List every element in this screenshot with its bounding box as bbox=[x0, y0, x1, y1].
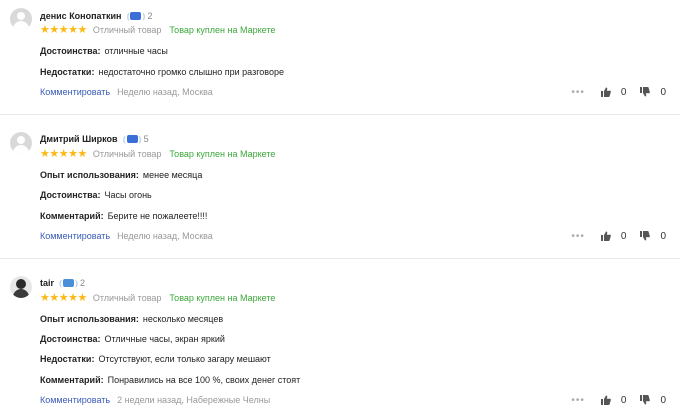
field-label: Достоинства: bbox=[40, 46, 101, 56]
more-dots-icon[interactable]: ••• bbox=[571, 231, 585, 242]
rating-stars: ★★★★★ bbox=[40, 291, 87, 304]
field-label: Недостатки: bbox=[40, 67, 95, 77]
rating-stars: ★★★★★ bbox=[40, 23, 87, 36]
like-count: 0 bbox=[620, 230, 627, 242]
field-label: Комментарий: bbox=[40, 375, 104, 385]
review-field: Достоинства: отличные часы bbox=[40, 45, 168, 57]
thumb-up-icon bbox=[600, 231, 611, 241]
dislike-button[interactable]: 0 bbox=[640, 231, 666, 242]
comment-link[interactable]: Комментировать bbox=[40, 87, 110, 97]
dislike-button[interactable]: 0 bbox=[640, 87, 666, 98]
review-field: Комментарий: Понравились на все 100 %, с… bbox=[40, 374, 300, 386]
review-meta: Неделю назад, Москва bbox=[117, 231, 213, 241]
avatar[interactable] bbox=[10, 132, 32, 154]
thumb-up-icon bbox=[600, 395, 611, 405]
field-label: Опыт использования: bbox=[40, 314, 139, 324]
rating-stars: ★★★★★ bbox=[40, 147, 87, 160]
rating-text: Отличный товар bbox=[92, 149, 162, 159]
comment-link[interactable]: Комментировать bbox=[40, 395, 110, 405]
user-silhouette-icon bbox=[17, 136, 25, 144]
more-dots-icon[interactable]: ••• bbox=[571, 87, 585, 98]
dislike-button[interactable]: 0 bbox=[640, 395, 666, 406]
badge-count: 5 bbox=[143, 134, 149, 144]
field-value: отличные часы bbox=[104, 46, 168, 56]
medal-badge-icon[interactable]: ⦅ ⦆ 2 bbox=[59, 277, 85, 289]
divider bbox=[0, 114, 680, 115]
author-name[interactable]: денис Конопаткин bbox=[40, 11, 121, 21]
avatar[interactable] bbox=[10, 8, 32, 30]
dislike-count: 0 bbox=[660, 86, 666, 98]
dislike-count: 0 bbox=[660, 394, 666, 406]
review-field: Достоинства: Отличные часы, экран яркий bbox=[40, 333, 225, 345]
thumb-up-icon bbox=[600, 87, 611, 97]
rating-text: Отличный товар bbox=[92, 293, 162, 303]
bought-badge: Товар куплен на Маркете bbox=[169, 25, 276, 35]
field-label: Достоинства: bbox=[40, 190, 101, 200]
badge-count: 2 bbox=[147, 11, 153, 21]
rating-text: Отличный товар bbox=[92, 25, 162, 35]
bought-badge: Товар куплен на Маркете bbox=[169, 149, 276, 159]
medal-badge-icon[interactable]: ⦅ ⦆ 2 bbox=[126, 10, 152, 22]
like-button[interactable]: 0 bbox=[600, 230, 627, 242]
thumb-down-icon bbox=[640, 87, 651, 97]
like-button[interactable]: 0 bbox=[600, 394, 627, 406]
bought-badge: Товар куплен на Маркете bbox=[169, 293, 276, 303]
comment-link[interactable]: Комментировать bbox=[40, 231, 110, 241]
author-name[interactable]: Дмитрий Ширков bbox=[40, 134, 118, 144]
review-field: Достоинства: Часы огонь bbox=[40, 189, 152, 201]
review-meta: 2 недели назад, Набережные Челны bbox=[117, 395, 271, 405]
field-label: Опыт использования: bbox=[40, 170, 139, 180]
review-meta: Неделю назад, Москва bbox=[117, 87, 213, 97]
field-value: Понравились на все 100 %, своих денег ст… bbox=[107, 375, 301, 385]
user-photo-icon bbox=[16, 279, 26, 289]
field-value: несколько месяцев bbox=[142, 314, 224, 324]
like-count: 0 bbox=[620, 86, 627, 98]
badge-count: 2 bbox=[80, 278, 86, 288]
review-field: Комментарий: Берите не пожалеете!!!! bbox=[40, 210, 207, 222]
like-count: 0 bbox=[620, 394, 627, 406]
field-value: Часы огонь bbox=[104, 190, 152, 200]
field-label: Недостатки: bbox=[40, 354, 95, 364]
review-field: Недостатки: недостаточно громко слышно п… bbox=[40, 66, 284, 78]
review-field: Опыт использования: несколько месяцев bbox=[40, 313, 223, 325]
medal-badge-icon[interactable]: ⦅ ⦆ 5 bbox=[123, 133, 149, 145]
review-field: Недостатки: Отсутствуют, если только заг… bbox=[40, 353, 271, 365]
field-value: недостаточно громко слышно при разговоре bbox=[98, 67, 284, 77]
user-silhouette-icon bbox=[17, 12, 25, 20]
review-field: Опыт использования: менее месяца bbox=[40, 169, 202, 181]
thumb-down-icon bbox=[640, 395, 651, 405]
avatar[interactable] bbox=[10, 276, 32, 298]
like-button[interactable]: 0 bbox=[600, 86, 627, 98]
author-name[interactable]: tair bbox=[40, 278, 54, 288]
field-value: Берите не пожалеете!!!! bbox=[107, 211, 208, 221]
field-value: Отличные часы, экран яркий bbox=[104, 334, 225, 344]
field-label: Достоинства: bbox=[40, 334, 101, 344]
thumb-down-icon bbox=[640, 231, 651, 241]
field-value: Отсутствуют, если только загару мешают bbox=[98, 354, 271, 364]
field-label: Комментарий: bbox=[40, 211, 104, 221]
more-dots-icon[interactable]: ••• bbox=[571, 395, 585, 406]
field-value: менее месяца bbox=[142, 170, 203, 180]
divider bbox=[0, 258, 680, 259]
dislike-count: 0 bbox=[660, 230, 666, 242]
